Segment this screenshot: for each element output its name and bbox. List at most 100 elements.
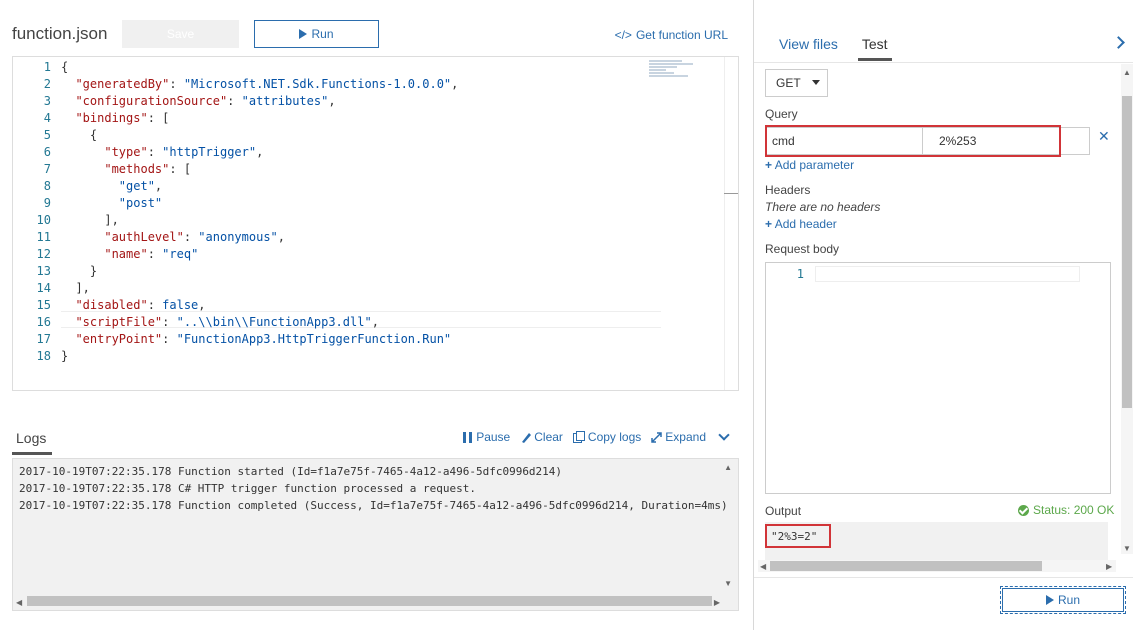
pause-icon <box>463 431 473 443</box>
editor-scroll-marker <box>724 193 738 194</box>
caret-down-icon <box>812 80 820 85</box>
chevron-down-icon[interactable] <box>718 429 730 441</box>
line-number: 14 <box>36 281 51 295</box>
save-button[interactable]: Save <box>122 20 239 48</box>
editor-scrollbar[interactable] <box>724 57 738 390</box>
logs-toolbar: Pause Clear Copy logs Expand <box>463 429 730 444</box>
scroll-left-arrow[interactable]: ◀ <box>16 598 22 607</box>
scroll-right-arrow[interactable]: ▶ <box>714 598 720 607</box>
get-function-url-label: Get function URL <box>635 28 728 42</box>
code-line: 16 "scriptFile": "..\\bin\\FunctionApp3.… <box>13 314 379 331</box>
line-number: 6 <box>43 145 51 159</box>
function-editor-panel: function.json Save Run </> Get function … <box>0 0 752 630</box>
scroll-up-arrow[interactable]: ▲ <box>1123 68 1131 77</box>
code-line: 8 "get", <box>13 178 162 195</box>
log-line: 2017-10-19T07:22:35.178 Function complet… <box>19 499 728 512</box>
query-highlight-box <box>765 125 1061 157</box>
copy-icon <box>572 431 585 443</box>
headers-label: Headers <box>765 183 811 197</box>
request-body-editor[interactable]: 1 <box>765 262 1111 494</box>
expand-icon <box>651 431 663 443</box>
line-number: 3 <box>43 94 51 108</box>
test-panel: View files Test GET Query cmd 2%253 ✕ + … <box>753 0 1133 630</box>
get-function-url-link[interactable]: </> Get function URL <box>615 28 728 42</box>
chevron-right-icon[interactable] <box>1112 36 1125 49</box>
code-line: 3 "configurationSource": "attributes", <box>13 93 336 110</box>
line-number: 1 <box>43 60 51 74</box>
status-text: Status: 200 OK <box>1033 503 1115 517</box>
line-number: 12 <box>36 247 51 261</box>
line-number: 9 <box>43 196 51 210</box>
footer-divider <box>754 577 1133 578</box>
code-line: 13 } <box>13 263 98 280</box>
line-number: 15 <box>36 298 51 312</box>
pause-label: Pause <box>476 430 511 444</box>
log-line: 2017-10-19T07:22:35.178 Function started… <box>19 465 563 478</box>
code-line: 4 "bindings": [ <box>13 110 170 127</box>
panel-horizontal-thumb[interactable] <box>770 561 1042 571</box>
eraser-icon <box>522 432 532 443</box>
code-line: 17 "entryPoint": "FunctionApp3.HttpTrigg… <box>13 331 452 348</box>
code-line: 10 ], <box>13 212 119 229</box>
line-number: 8 <box>43 179 51 193</box>
copy-logs-button[interactable]: Copy logs <box>572 430 642 444</box>
code-line: 9 "post" <box>13 195 162 212</box>
expand-label: Expand <box>665 430 706 444</box>
code-icon: </> <box>614 28 632 42</box>
logs-tab[interactable]: Logs <box>12 430 52 455</box>
log-line: 2017-10-19T07:22:35.178 C# HTTP trigger … <box>19 482 476 495</box>
output-highlight-box <box>765 524 831 548</box>
line-number: 7 <box>43 162 51 176</box>
line-number: 1 <box>796 267 804 281</box>
http-method-select[interactable]: GET <box>765 69 828 97</box>
line-number: 10 <box>36 213 51 227</box>
code-line: 5 { <box>13 127 97 144</box>
status-badge: Status: 200 OK <box>1018 503 1114 517</box>
minimap[interactable] <box>649 59 704 93</box>
query-label: Query <box>765 107 798 121</box>
line-number: 18 <box>36 349 51 363</box>
logs-horizontal-scrollbar[interactable] <box>27 596 712 606</box>
scroll-left-arrow[interactable]: ◀ <box>760 562 766 571</box>
plus-icon: + <box>765 158 773 172</box>
play-icon <box>299 29 308 39</box>
code-line: 11 "authLevel": "anonymous", <box>13 229 285 246</box>
panel-scroll-thumb[interactable] <box>1122 96 1132 408</box>
line-number: 13 <box>36 264 51 278</box>
tab-view-files[interactable]: View files <box>779 36 838 61</box>
play-icon <box>1045 595 1054 605</box>
add-parameter-label: Add parameter <box>774 158 855 172</box>
scroll-down-arrow[interactable]: ▼ <box>724 579 732 588</box>
code-editor[interactable]: 1{2 "generatedBy": "Microsoft.NET.Sdk.Fu… <box>12 56 739 391</box>
line-number: 11 <box>36 230 51 244</box>
copy-logs-label: Copy logs <box>587 430 642 444</box>
code-line: 2 "generatedBy": "Microsoft.NET.Sdk.Func… <box>13 76 459 93</box>
request-body-label: Request body <box>765 242 840 256</box>
code-line: 18} <box>13 348 69 365</box>
panel-tabs: View files Test <box>779 36 892 61</box>
run-button-label: Run <box>1057 593 1080 607</box>
scroll-down-arrow[interactable]: ▼ <box>1123 544 1131 553</box>
no-headers-text: There are no headers <box>765 200 881 214</box>
expand-button[interactable]: Expand <box>651 430 706 444</box>
add-parameter-link[interactable]: + Add parameter <box>765 158 854 172</box>
scroll-up-arrow[interactable]: ▲ <box>724 463 732 472</box>
tab-test[interactable]: Test <box>857 36 892 61</box>
current-line-highlight <box>815 266 1080 282</box>
code-line: 6 "type": "httpTrigger", <box>13 144 264 161</box>
code-line: 12 "name": "req" <box>13 246 199 263</box>
logs-output[interactable]: 2017-10-19T07:22:35.178 Function started… <box>12 458 739 611</box>
line-number: 2 <box>43 77 51 91</box>
scroll-right-arrow[interactable]: ▶ <box>1106 562 1112 571</box>
line-number: 17 <box>36 332 51 346</box>
close-icon[interactable]: ✕ <box>1098 128 1110 145</box>
pause-button[interactable]: Pause <box>463 430 510 444</box>
add-header-link[interactable]: + Add header <box>765 217 837 231</box>
http-method-value: GET <box>776 76 801 90</box>
file-title: function.json <box>12 24 108 43</box>
run-button-bottom[interactable]: Run <box>1000 586 1126 614</box>
clear-button[interactable]: Clear <box>520 430 563 444</box>
code-line: 14 ], <box>13 280 90 297</box>
run-button-top[interactable]: Run <box>254 20 379 48</box>
output-label: Output <box>765 504 802 518</box>
